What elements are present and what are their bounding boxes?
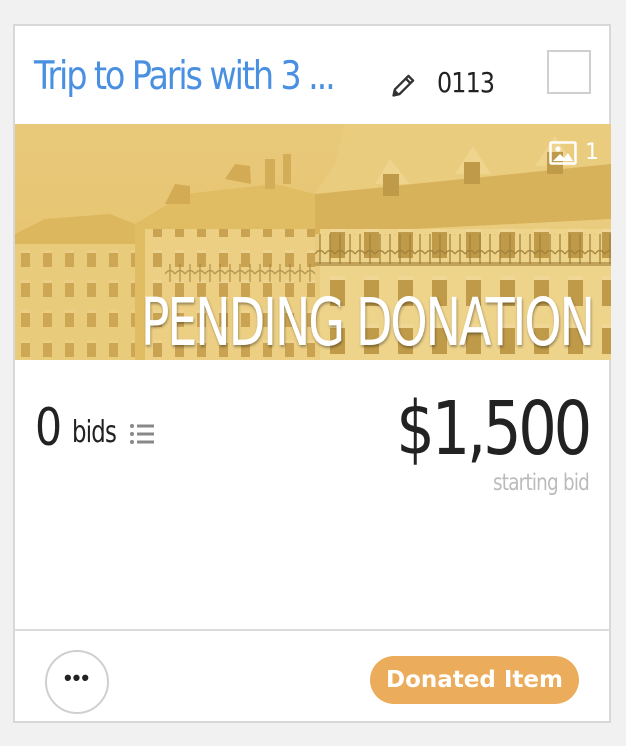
starting-price: $1,500 <box>396 386 592 472</box>
footer-divider <box>15 629 609 631</box>
pencil-icon[interactable] <box>390 71 418 99</box>
card-header: Trip to Paris with 3 ... 0113 <box>15 26 609 124</box>
select-checkbox[interactable] <box>547 50 591 94</box>
item-number: 0113 <box>437 66 495 99</box>
status-overlay: PENDING DONATION <box>140 284 595 360</box>
bids-label: bids <box>72 415 117 450</box>
more-horizontal-icon: ••• <box>63 665 91 690</box>
photo-count[interactable]: 1 <box>549 140 599 165</box>
more-options-button[interactable]: ••• <box>45 650 109 714</box>
price-caption: starting bid <box>492 470 590 496</box>
item-image[interactable]: 1 PENDING DONATION <box>15 124 611 360</box>
auction-item-card: Trip to Paris with 3 ... 0113 1 PENDING … <box>13 24 611 723</box>
photo-count-number: 1 <box>585 140 599 165</box>
list-icon[interactable] <box>129 422 155 446</box>
image-icon <box>549 140 577 165</box>
donated-item-badge: Donated Item <box>370 656 579 704</box>
item-title[interactable]: Trip to Paris with 3 ... <box>34 54 336 99</box>
bids-count: 0 <box>35 398 63 458</box>
